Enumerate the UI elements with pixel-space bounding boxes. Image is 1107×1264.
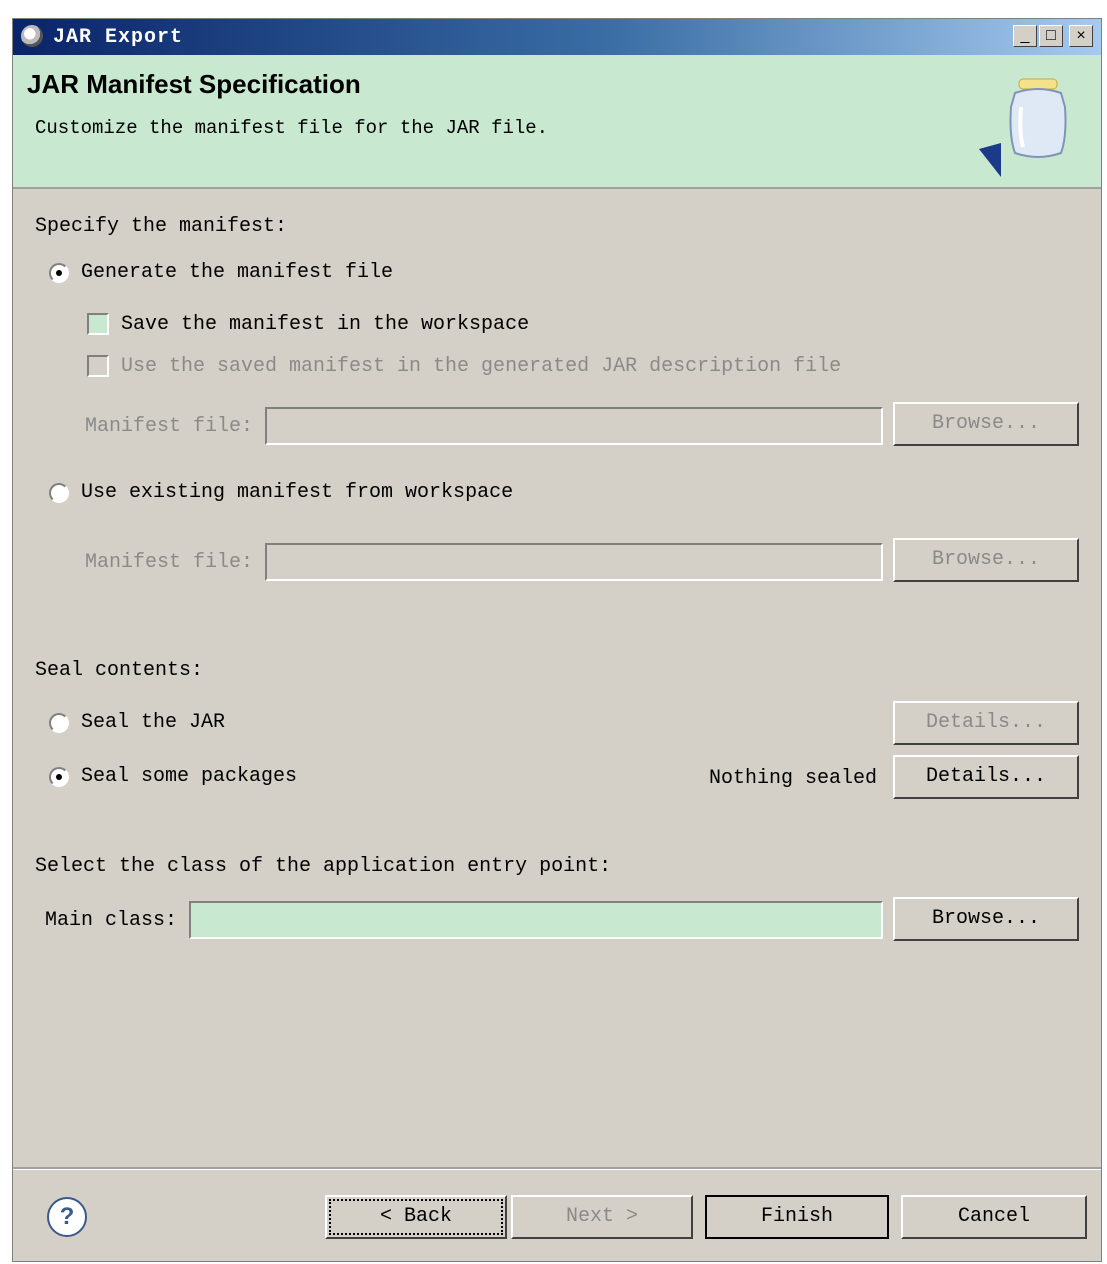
generate-manifest-label[interactable]: Generate the manifest file — [81, 261, 393, 284]
title-bar[interactable]: JAR Export _ □ × — [13, 19, 1101, 55]
jar-icon — [1009, 78, 1067, 158]
manifest-browse-button[interactable]: Browse... — [893, 402, 1079, 446]
manifest-file-label: Manifest file: — [85, 415, 254, 438]
jar-export-dialog: JAR Export _ □ × JAR Manifest Specificat… — [12, 18, 1102, 1262]
use-saved-manifest-label: Use the saved manifest in the generated … — [121, 355, 842, 378]
use-existing-manifest-radio[interactable] — [49, 483, 69, 503]
generate-manifest-radio[interactable] — [49, 263, 69, 283]
wizard-banner: JAR Manifest Specification Customize the… — [13, 55, 1101, 189]
save-manifest-checkbox[interactable] — [87, 313, 109, 335]
use-existing-manifest-label[interactable]: Use existing manifest from workspace — [81, 481, 513, 504]
main-class-browse-button[interactable]: Browse... — [893, 897, 1079, 941]
next-button[interactable]: Next > — [511, 1195, 693, 1239]
page-description: Customize the manifest file for the JAR … — [35, 117, 549, 139]
main-class-input[interactable] — [189, 901, 883, 939]
maximize-button[interactable]: □ — [1039, 25, 1063, 47]
main-class-label: Main class: — [45, 909, 178, 932]
eclipse-icon — [21, 25, 43, 47]
existing-manifest-file-label: Manifest file: — [85, 551, 254, 574]
entry-point-label: Select the class of the application entr… — [35, 855, 612, 878]
seal-some-packages-label[interactable]: Seal some packages — [81, 765, 297, 788]
save-manifest-label[interactable]: Save the manifest in the workspace — [121, 313, 529, 336]
existing-manifest-browse-button[interactable]: Browse... — [893, 538, 1079, 582]
page-title: JAR Manifest Specification — [27, 69, 361, 99]
specify-manifest-label: Specify the manifest: — [35, 215, 288, 238]
seal-status-text: Nothing sealed — [709, 767, 878, 790]
wizard-arrow-icon — [979, 143, 1001, 177]
back-button[interactable]: < Back — [325, 1195, 507, 1239]
existing-manifest-file-input[interactable] — [265, 543, 883, 581]
footer-separator — [13, 1167, 1101, 1170]
use-saved-manifest-checkbox[interactable] — [87, 355, 109, 377]
manifest-file-input[interactable] — [265, 407, 883, 445]
seal-contents-label: Seal contents: — [35, 659, 204, 682]
minimize-button[interactable]: _ — [1013, 25, 1037, 47]
seal-jar-label[interactable]: Seal the JAR — [81, 711, 225, 734]
cancel-button[interactable]: Cancel — [901, 1195, 1087, 1239]
seal-some-packages-radio[interactable] — [49, 767, 69, 787]
window-title: JAR Export — [53, 26, 184, 49]
finish-button[interactable]: Finish — [705, 1195, 889, 1239]
help-icon[interactable]: ? — [47, 1197, 87, 1237]
seal-jar-radio[interactable] — [49, 713, 69, 733]
close-button[interactable]: × — [1069, 25, 1093, 47]
seal-packages-details-button[interactable]: Details... — [893, 755, 1079, 799]
seal-jar-details-button[interactable]: Details... — [893, 701, 1079, 745]
